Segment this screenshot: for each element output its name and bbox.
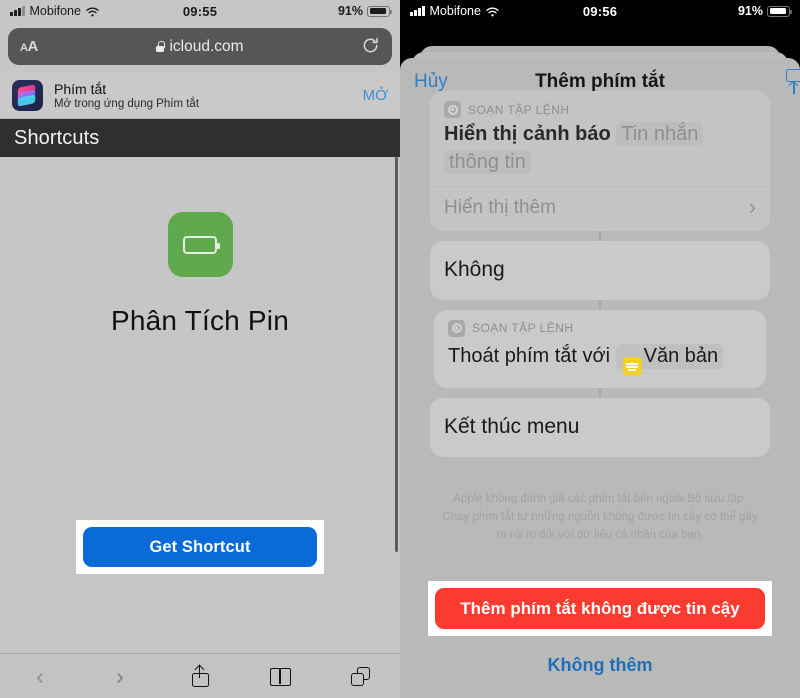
tabs-button[interactable] bbox=[320, 666, 400, 686]
back-button[interactable]: ‹ bbox=[0, 662, 80, 689]
share-icon bbox=[191, 664, 209, 687]
banner-open-button[interactable]: MỞ bbox=[363, 87, 388, 104]
scripting-module-icon bbox=[444, 101, 461, 118]
add-untrusted-shortcut-button[interactable]: Thêm phím tắt không được tin cậy bbox=[435, 588, 765, 629]
safari-browser: AA icloud.com Phím tắt Mở trong ứng dụng… bbox=[0, 22, 400, 698]
add-button-highlight: Thêm phím tắt không được tin cậy bbox=[428, 581, 772, 636]
card-main-line: Hiển thị cảnh báo Tin nhắn thông tin bbox=[444, 120, 756, 177]
screenshot-root: Mobifone 09:55 91% AA icloud.com Phím tắ… bbox=[0, 0, 800, 698]
get-shortcut-button[interactable]: Get Shortcut bbox=[83, 527, 317, 567]
card-connector bbox=[599, 230, 601, 241]
lock-icon bbox=[156, 41, 165, 52]
add-shortcut-sheet: Hủy Thêm phím tắt SOẠN TẬP LỆNH Hiển thị… bbox=[400, 58, 800, 698]
sheet-title: Thêm phím tắt bbox=[535, 70, 665, 92]
text-size-button[interactable]: AA bbox=[20, 38, 38, 55]
trust-disclaimer: Apple không đánh giá các phím tắt bên ng… bbox=[434, 491, 766, 544]
reload-icon[interactable] bbox=[361, 36, 380, 58]
battery-icon bbox=[367, 5, 392, 17]
card-main-line: Không bbox=[444, 257, 505, 281]
card-header: SOẠN TẬP LỆNH bbox=[444, 101, 756, 118]
battery-shortcut-icon bbox=[167, 212, 233, 277]
address-bar-content: icloud.com bbox=[8, 38, 392, 56]
tabs-icon bbox=[350, 666, 370, 686]
scripting-module-icon bbox=[448, 319, 465, 337]
page-scrollbar[interactable] bbox=[395, 157, 398, 552]
banner-texts: Phím tắt Mở trong ứng dụng Phím tắt bbox=[54, 81, 199, 110]
card-main-line: Thoát phím tắt với Văn bản bbox=[448, 339, 752, 377]
right-panel-shortcuts-sheet: Mobifone 09:56 91% Hủy Thêm phím tắt SOẠ… bbox=[400, 0, 800, 698]
chevron-left-icon: ‹ bbox=[36, 662, 44, 689]
action-label: Thoát phím tắt với bbox=[448, 344, 611, 367]
shortcuts-app-icon bbox=[12, 80, 43, 111]
battery-percent-label: 91% bbox=[737, 4, 763, 18]
actions-scroll-area[interactable]: SOẠN TẬP LỆNH Hiển thị cảnh báo Tin nhắn… bbox=[400, 91, 800, 698]
shortcuts-page-header: Shortcuts bbox=[0, 119, 400, 157]
left-panel-safari: Mobifone 09:55 91% AA icloud.com Phím tắ… bbox=[0, 0, 400, 698]
action-card-exit-shortcut[interactable]: SOẠN TẬP LỆNH Thoát phím tắt với Văn bản bbox=[434, 309, 766, 389]
card-connector bbox=[599, 388, 601, 399]
sheet-container: Hủy Thêm phím tắt SOẠN TẬP LỆNH Hiển thị… bbox=[400, 22, 800, 698]
card-header: SOẠN TẬP LỆNH bbox=[448, 319, 752, 337]
address-bar[interactable]: AA icloud.com bbox=[8, 28, 392, 65]
text-output-token[interactable]: Văn bản bbox=[615, 343, 724, 377]
share-button[interactable] bbox=[160, 664, 240, 687]
page-title: Shortcuts bbox=[14, 126, 100, 149]
card-connector bbox=[599, 299, 601, 310]
banner-app-name: Phím tắt bbox=[54, 81, 107, 97]
bookmarks-button[interactable] bbox=[240, 668, 320, 686]
action-card-end-menu[interactable]: Kết thúc menu bbox=[430, 398, 770, 458]
battery-icon bbox=[767, 5, 792, 17]
right-status-bar: Mobifone 09:56 91% bbox=[400, 0, 800, 22]
dont-add-button[interactable]: Không thêm bbox=[400, 655, 800, 676]
chevron-right-icon: › bbox=[116, 662, 124, 689]
action-token-2[interactable]: thông tin bbox=[444, 150, 531, 175]
status-right-group: 91% bbox=[737, 4, 792, 18]
text-badge-icon bbox=[622, 357, 642, 377]
action-token-1[interactable]: Tin nhắn bbox=[616, 122, 704, 146]
forward-button[interactable]: › bbox=[80, 662, 160, 689]
safari-toolbar: ‹ › bbox=[0, 653, 400, 698]
banner-subtitle: Mở trong ứng dụng Phím tắt bbox=[54, 98, 200, 110]
disclaimer-line-3: ra rủi ro đối với dữ liệu cá nhân của bạ… bbox=[496, 528, 704, 541]
get-shortcut-highlight: Get Shortcut bbox=[76, 520, 324, 574]
left-status-bar: Mobifone 09:55 91% bbox=[0, 0, 400, 22]
shortcut-hero: Phân Tích Pin bbox=[0, 157, 400, 337]
card-main-line: Kết thúc menu bbox=[444, 415, 580, 439]
book-icon bbox=[269, 668, 291, 686]
action-card-show-alert[interactable]: SOẠN TẬP LỆNH Hiển thị cảnh báo Tin nhắn… bbox=[430, 91, 770, 231]
disclaimer-line-2: Chạy phím tắt từ những nguồn không được … bbox=[442, 511, 758, 524]
url-label: icloud.com bbox=[169, 37, 244, 55]
action-label: Hiển thị cảnh báo bbox=[444, 123, 611, 145]
url-bar-zone: AA icloud.com bbox=[0, 22, 400, 73]
action-card-khong[interactable]: Không bbox=[430, 240, 770, 300]
status-right-group: 91% bbox=[337, 4, 392, 18]
card-kicker-label: SOẠN TẬP LỆNH bbox=[468, 102, 570, 117]
show-more-row[interactable]: Hiển thị thêm › bbox=[444, 187, 756, 219]
card-kicker-label: SOẠN TẬP LỆNH bbox=[472, 321, 574, 336]
smart-app-banner[interactable]: Phím tắt Mở trong ứng dụng Phím tắt MỞ bbox=[0, 73, 400, 119]
show-more-label: Hiển thị thêm bbox=[444, 196, 556, 218]
shortcut-name: Phân Tích Pin bbox=[111, 305, 289, 336]
shortcuts-page-body: Phân Tích Pin Get Shortcut bbox=[0, 157, 400, 592]
disclaimer-line-1: Apple không đánh giá các phím tắt bên ng… bbox=[453, 493, 747, 506]
battery-percent-label: 91% bbox=[337, 4, 363, 18]
badge-label: Văn bản bbox=[643, 344, 719, 367]
chevron-right-icon: › bbox=[749, 196, 756, 220]
